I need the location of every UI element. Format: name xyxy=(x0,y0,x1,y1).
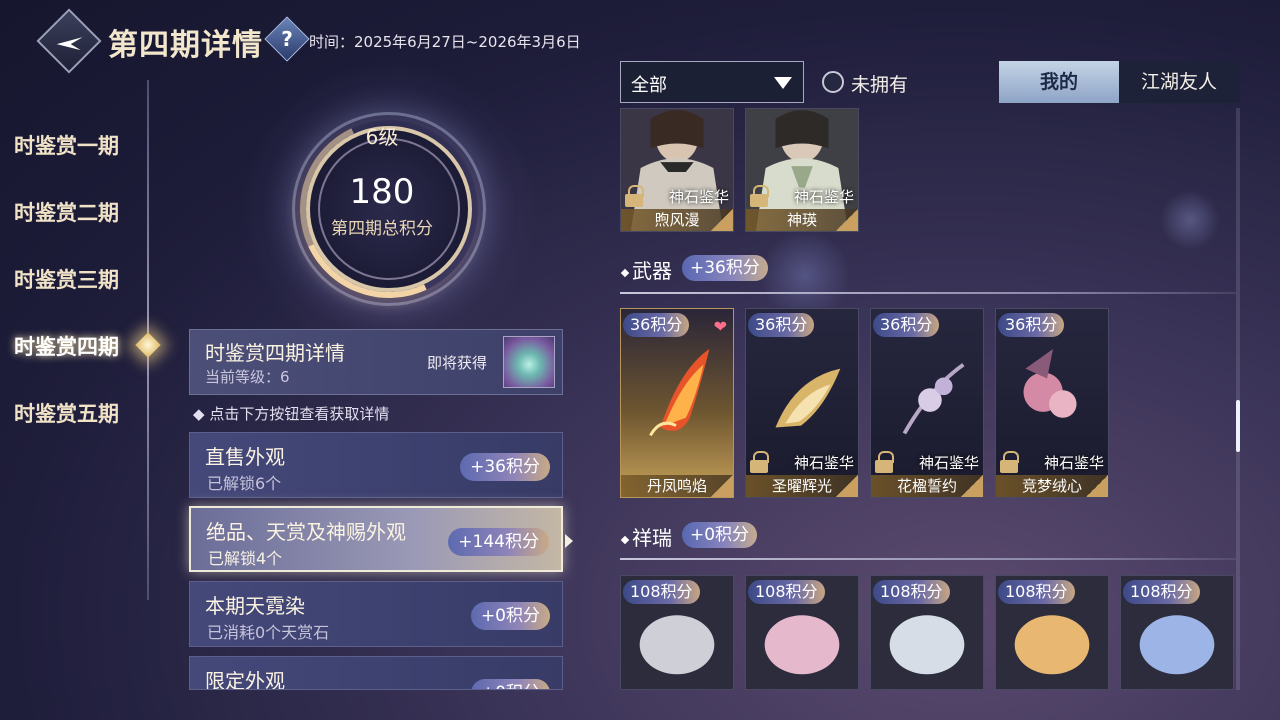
nav-item-period-2[interactable]: 时鉴赏二期 xyxy=(14,195,119,262)
nav-item-period-4[interactable]: 时鉴赏四期 xyxy=(14,329,119,396)
section-auspicious-points: +0积分 xyxy=(682,522,758,548)
level-label: 6级 xyxy=(365,125,399,149)
outfit-card[interactable]: 神石鉴华 煦风漫 xyxy=(620,108,734,232)
section-weapons-title: 武器 xyxy=(620,255,672,284)
section-divider xyxy=(620,558,1236,560)
not-owned-radio[interactable] xyxy=(822,71,844,93)
nav-item-period-3[interactable]: 时鉴赏三期 xyxy=(14,262,119,329)
card-source: 神石鉴华 xyxy=(793,454,854,472)
nav-item-period-1[interactable]: 时鉴赏一期 xyxy=(14,128,119,195)
help-button[interactable]: ? xyxy=(264,16,310,62)
card-source: 神石鉴华 xyxy=(668,188,729,206)
category-title: 限定外观 xyxy=(205,669,285,690)
filter-value: 全部 xyxy=(631,75,667,96)
outfit-card[interactable]: 神石鉴华 神瑛 xyxy=(745,108,859,232)
tab-mine[interactable]: 我的 xyxy=(999,61,1119,103)
category-points: +36积分 xyxy=(460,453,550,481)
mount-card[interactable]: 108积分 xyxy=(745,575,859,690)
total-points: 180 xyxy=(349,172,415,212)
category-premium[interactable]: 绝品、天赏及神赐外观 已解锁4个 +144积分 xyxy=(189,506,563,572)
category-points: +144积分 xyxy=(448,528,549,556)
hint-label: 点击下方按钮查看获取详情 xyxy=(209,405,390,423)
section-dot-icon xyxy=(620,268,630,277)
mount-card[interactable]: 108积分 xyxy=(870,575,984,690)
section-dot-icon xyxy=(620,535,630,544)
card-source: 神石鉴华 xyxy=(793,188,854,206)
corner-icon xyxy=(836,475,858,497)
card-points-tag: 36积分 xyxy=(998,313,1065,337)
card-points-tag: 108积分 xyxy=(748,580,825,604)
lock-icon xyxy=(1000,451,1019,473)
nav-item-period-5[interactable]: 时鉴赏五期 xyxy=(14,396,119,463)
lock-icon xyxy=(625,185,644,207)
period-nav: 时鉴赏一期 时鉴赏二期 时鉴赏三期 时鉴赏四期 时鉴赏五期 xyxy=(14,128,119,463)
corner-icon xyxy=(836,209,858,231)
scrollbar-thumb[interactable] xyxy=(1236,400,1240,452)
category-direct-sale[interactable]: 直售外观 已解锁6个 +36积分 xyxy=(189,432,563,498)
period-detail-card[interactable]: 时鉴赏四期详情 当前等级：6 即将获得 xyxy=(189,329,563,395)
category-title: 本期天霓染 xyxy=(205,594,305,618)
header: 第四期详情 ? 时间：2025年6月27日~2026年3月6日 xyxy=(0,0,640,80)
selected-arrow-icon xyxy=(565,534,573,548)
not-owned-label[interactable]: 未拥有 xyxy=(851,70,908,97)
current-level: 当前等级：6 xyxy=(205,368,290,386)
hint-text: ◆ 点击下方按钮查看获取详情 xyxy=(193,405,390,423)
back-button[interactable] xyxy=(36,8,102,74)
weapon-card[interactable]: 36积分 神石鉴华 花楹誓约 xyxy=(870,308,984,498)
card-points-tag: 108积分 xyxy=(873,580,950,604)
mount-card[interactable]: 108积分 xyxy=(1120,575,1234,690)
category-points: +0积分 xyxy=(470,602,550,630)
corner-icon xyxy=(711,209,733,231)
weapon-card[interactable]: 36积分 ❤ 丹凤鸣焰 xyxy=(620,308,734,498)
card-points-tag: 108积分 xyxy=(1123,580,1200,604)
card-points-tag: 36积分 xyxy=(873,313,940,337)
corner-icon xyxy=(711,475,733,497)
coming-soon-label: 即将获得 xyxy=(427,354,488,372)
category-sub: 已解锁6个 xyxy=(207,474,282,493)
active-nav-marker-icon xyxy=(135,332,161,358)
lock-icon xyxy=(750,451,769,473)
card-points-tag: 108积分 xyxy=(623,580,700,604)
swallow-back-icon xyxy=(56,37,83,51)
section-auspicious-title: 祥瑞 xyxy=(620,522,672,551)
question-icon: ? xyxy=(281,27,293,51)
category-dye[interactable]: 本期天霓染 已消耗0个天赏石 +0积分 xyxy=(189,581,563,647)
reward-thumbnail[interactable] xyxy=(503,336,555,388)
lock-icon xyxy=(875,451,894,473)
filter-dropdown[interactable]: 全部 xyxy=(620,61,804,103)
category-sub: 已消耗0个天赏石 xyxy=(207,623,330,642)
category-title: 绝品、天赏及神赐外观 xyxy=(206,520,406,544)
section-label: 武器 xyxy=(632,259,672,283)
scrollbar-track[interactable] xyxy=(1236,108,1240,690)
tab-friends[interactable]: 江湖友人 xyxy=(1119,61,1239,103)
mount-card[interactable]: 108积分 xyxy=(620,575,734,690)
dropdown-caret-icon xyxy=(774,77,792,89)
category-title: 直售外观 xyxy=(205,445,285,469)
weapon-card[interactable]: 36积分 神石鉴华 竞梦绒心 xyxy=(995,308,1109,498)
mount-card[interactable]: 108积分 xyxy=(995,575,1109,690)
page-title: 第四期详情 xyxy=(108,28,263,63)
weapon-card[interactable]: 36积分 神石鉴华 圣曜辉光 xyxy=(745,308,859,498)
lock-icon xyxy=(750,185,769,207)
section-weapons-points: +36积分 xyxy=(682,255,768,281)
corner-icon xyxy=(1086,475,1108,497)
owner-tabs: 我的 江湖友人 xyxy=(999,61,1240,103)
card-source: 神石鉴华 xyxy=(918,454,979,472)
time-range-label: 时间：2025年6月27日~2026年3月6日 xyxy=(309,33,581,51)
card-source: 神石鉴华 xyxy=(1043,454,1104,472)
total-points-label: 第四期总积分 xyxy=(331,219,433,239)
phoenix-wing-icon xyxy=(649,348,710,437)
category-sub: 已解锁4个 xyxy=(208,549,283,568)
category-limited[interactable]: 限定外观 +0积分 xyxy=(189,656,563,690)
card-points-tag: 36积分 xyxy=(623,313,690,337)
detail-title: 时鉴赏四期详情 xyxy=(205,341,345,365)
section-label: 祥瑞 xyxy=(632,526,672,550)
category-points: +0积分 xyxy=(470,679,550,689)
card-points-tag: 36积分 xyxy=(748,313,815,337)
corner-icon xyxy=(961,475,983,497)
section-divider xyxy=(620,292,1236,294)
favorite-heart-icon[interactable]: ❤ xyxy=(714,317,727,336)
card-points-tag: 108积分 xyxy=(998,580,1075,604)
